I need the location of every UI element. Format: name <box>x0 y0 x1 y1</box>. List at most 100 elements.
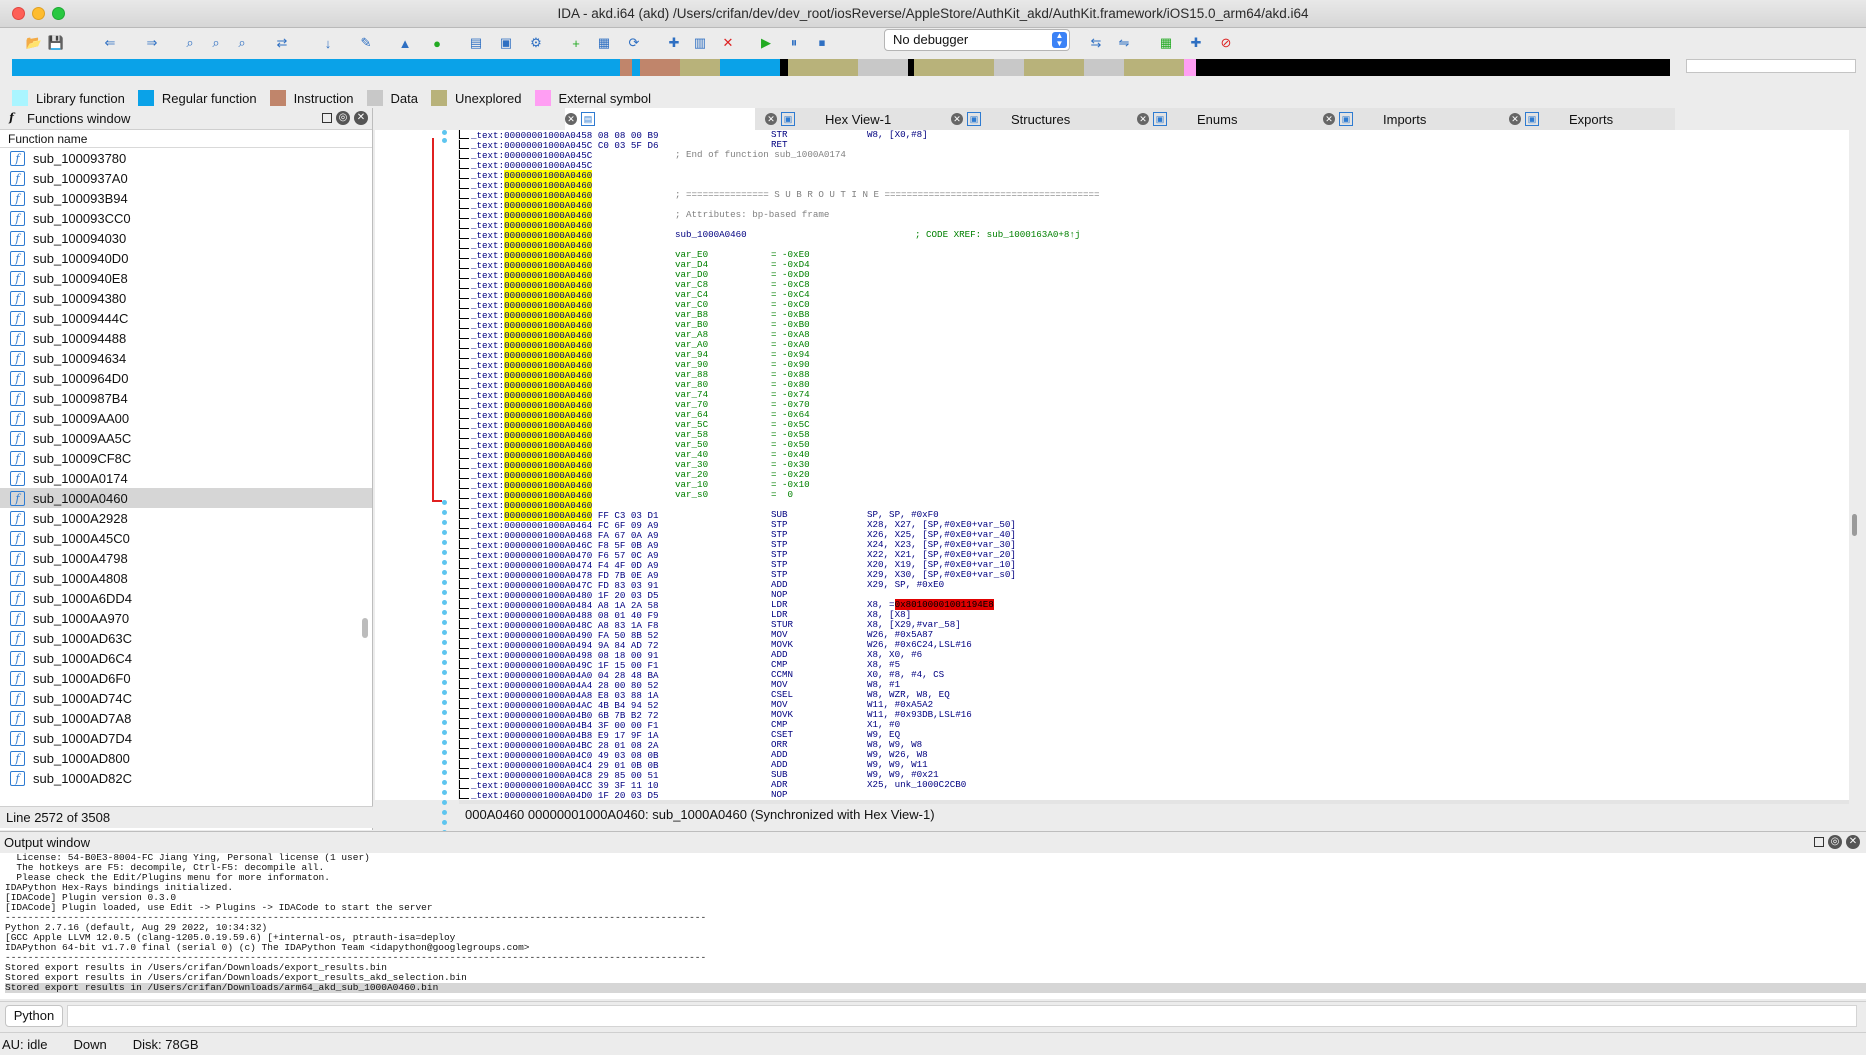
disasm-line[interactable]: _text:00000001000A045C C0 03 5F D6 RET <box>459 140 1849 151</box>
close-panel-button[interactable]: ✕ <box>1846 835 1860 849</box>
disasm-line[interactable]: _text:00000001000A0460 var_D4 = -0xD4 <box>459 260 1849 271</box>
back-icon[interactable]: ⇐ <box>100 33 120 53</box>
play-icon[interactable]: ▶ <box>756 33 776 53</box>
breakpoint-dot[interactable] <box>442 510 447 515</box>
disasm-line[interactable]: _text:00000001000A0460 var_80 = -0x80 <box>459 380 1849 391</box>
disasm-line[interactable]: _text:00000001000A04A8 E8 03 88 1A CSEL W8… <box>459 690 1849 701</box>
disasm-line[interactable]: _text:00000001000A0460 var_s0 = 0 <box>459 490 1849 501</box>
disasm-line[interactable]: _text:00000001000A0494 9A 84 AD 72 MOVK W2… <box>459 640 1849 651</box>
disasm-line[interactable]: _text:00000001000A0460 var_94 = -0x94 <box>459 350 1849 361</box>
disasm-line[interactable]: _text:00000001000A047C FD 83 03 91 ADD X29… <box>459 580 1849 591</box>
disasm-line[interactable]: _text:00000001000A04B0 6B 7B B2 72 MOVK W1… <box>459 710 1849 721</box>
disasm-line[interactable]: _text:00000001000A04AC 4B B4 94 52 MOV W11… <box>459 700 1849 711</box>
close-tab-icon[interactable]: ✕ <box>1137 113 1149 125</box>
tab-ida-view[interactable]: ✕ ▤ <box>565 108 755 130</box>
disasm-line[interactable]: _text:00000001000A0460 var_C8 = -0xC8 <box>459 280 1849 291</box>
disasm-line[interactable]: _text:00000001000A0460 var_88 = -0x88 <box>459 370 1849 381</box>
function-list-item[interactable]: f sub_1000AD82C <box>0 768 372 788</box>
breakpoint-dot[interactable] <box>442 790 447 795</box>
disasm-line[interactable]: _text:00000001000A049C 1F 15 00 F1 CMP X8,… <box>459 660 1849 671</box>
function-list-item[interactable]: f sub_1000AD7D4 <box>0 728 372 748</box>
breakpoint-dot[interactable] <box>442 780 447 785</box>
function-list-item[interactable]: f sub_1000A0460 <box>0 488 372 508</box>
chart-icon[interactable]: ▥ <box>690 33 710 53</box>
function-list-item[interactable]: f sub_100094488 <box>0 328 372 348</box>
disasm-line[interactable]: _text:00000001000A0478 FD 7B 0E A9 STP X29… <box>459 570 1849 581</box>
function-list-item[interactable]: f sub_1000A4798 <box>0 548 372 568</box>
function-list-item[interactable]: f sub_100094380 <box>0 288 372 308</box>
jump-icon[interactable]: ↓ <box>318 33 338 53</box>
disasm-line[interactable]: _text:00000001000A0460 var_20 = -0x20 <box>459 470 1849 481</box>
disasm-line[interactable]: _text:00000001000A048C A8 83 1A F8 STUR X8… <box>459 620 1849 631</box>
clear-icon[interactable]: ⊘ <box>1216 33 1236 53</box>
breakpoint-dot[interactable] <box>442 600 447 605</box>
attach-icon[interactable]: ⇆ <box>1086 33 1106 53</box>
breakpoint-dot[interactable] <box>442 770 447 775</box>
graph-icon[interactable]: ▲ <box>395 33 415 53</box>
enums-icon[interactable]: ▣ <box>496 33 516 53</box>
tab-structures[interactable]: ✕ ▣ Structures <box>951 108 1137 130</box>
disasm-line[interactable]: _text:00000001000A0484 A8 1A 2A 58 LDR X8,… <box>459 599 1849 611</box>
disasm-line[interactable]: _text:00000001000A0460 sub_1000A0460; COD… <box>459 230 1849 241</box>
tab-imports[interactable]: ✕ ▣ Imports <box>1323 108 1509 130</box>
disasm-line[interactable]: _text:00000001000A0460 var_58 = -0x58 <box>459 430 1849 441</box>
maximize-panel-button[interactable] <box>322 113 332 123</box>
disasm-line[interactable]: _text:00000001000A0460 <box>459 500 1849 511</box>
disasm-line[interactable]: _text:00000001000A0460 var_40 = -0x40 <box>459 450 1849 461</box>
breakpoint-dot[interactable] <box>442 650 447 655</box>
disasm-line[interactable]: _text:00000001000A0498 08 18 00 91 ADD X8,… <box>459 650 1849 661</box>
disasm-line[interactable]: _text:00000001000A0474 F4 4F 0D A9 STP X20… <box>459 560 1849 571</box>
disasm-line[interactable]: _text:00000001000A0460 <box>459 180 1849 191</box>
disasm-line[interactable]: _text:00000001000A04B8 E9 17 9F 1A CSET W9… <box>459 730 1849 741</box>
disasm-line[interactable]: _text:00000001000A04C4 29 01 0B 0B ADD W9,… <box>459 760 1849 771</box>
disasm-line[interactable]: _text:00000001000A0460 <box>459 240 1849 251</box>
breakpoint-dot[interactable] <box>442 740 447 745</box>
disasm-line[interactable]: _text:00000001000A0460; =============== … <box>459 190 1849 201</box>
breakpoint-dot[interactable] <box>442 500 447 505</box>
trace-icon[interactable]: ✚ <box>1186 33 1206 53</box>
run-icon[interactable]: ● <box>427 33 447 53</box>
function-list-item[interactable]: f sub_1000A6DD4 <box>0 588 372 608</box>
function-list-item[interactable]: f sub_100093780 <box>0 148 372 168</box>
binary-search-icon[interactable]: ⌕ <box>180 33 200 53</box>
breakpoint-dot[interactable] <box>442 130 447 135</box>
add-icon[interactable]: + <box>566 33 586 53</box>
function-list-item[interactable]: f sub_1000AA970 <box>0 608 372 628</box>
disasm-line[interactable]: _text:00000001000A0458 08 08 00 B9 STR W8,… <box>459 130 1849 141</box>
structures-icon[interactable]: ▤ <box>466 33 486 53</box>
disassembly-vscrollbar[interactable] <box>1852 514 1857 536</box>
disasm-line[interactable]: _text:00000001000A04B4 3F 00 00 F1 CMP X1,… <box>459 720 1849 731</box>
disasm-line[interactable]: _text:00000001000A0460 var_74 = -0x74 <box>459 390 1849 401</box>
close-tab-icon[interactable]: ✕ <box>565 113 577 125</box>
breakpoint-dot[interactable] <box>442 720 447 725</box>
function-list-item[interactable]: f sub_1000AD74C <box>0 688 372 708</box>
breakpoint-dot[interactable] <box>442 560 447 565</box>
disassembly-view[interactable]: _text:00000001000A0458 08 08 00 B9 STR W8,… <box>459 130 1849 800</box>
function-name-column-header[interactable]: Function name <box>0 130 372 148</box>
breakpoint-dot[interactable] <box>442 590 447 595</box>
disasm-line[interactable]: _text:00000001000A0460 var_D0 = -0xD0 <box>459 270 1849 281</box>
breakpoint-dot[interactable] <box>442 580 447 585</box>
disasm-line[interactable]: _text:00000001000A045C <box>459 160 1849 171</box>
pointer-icon[interactable]: ✚ <box>664 33 684 53</box>
close-tab-icon[interactable]: ✕ <box>951 113 963 125</box>
breakpoint-dot[interactable] <box>442 730 447 735</box>
python-command-input[interactable] <box>67 1005 1857 1027</box>
function-list-item[interactable]: f sub_1000AD800 <box>0 748 372 768</box>
function-list-item[interactable]: f sub_1000A2928 <box>0 508 372 528</box>
function-list-item[interactable]: f sub_1000A0174 <box>0 468 372 488</box>
disasm-line[interactable]: _text:00000001000A0460 <box>459 220 1849 231</box>
disasm-line[interactable]: _text:00000001000A0460 var_C4 = -0xC4 <box>459 290 1849 301</box>
function-list-item[interactable]: f sub_1000AD6C4 <box>0 648 372 668</box>
debug-icon[interactable]: ⚙ <box>526 33 546 53</box>
disasm-line[interactable]: _text:00000001000A0488 08 01 40 F9 LDR X8,… <box>459 610 1849 621</box>
disasm-line[interactable]: _text:00000001000A0470 F6 57 0C A9 STP X22… <box>459 550 1849 561</box>
tab-enums[interactable]: ✕ ▣ Enums <box>1137 108 1323 130</box>
list-icon[interactable]: ▦ <box>594 33 614 53</box>
pause-icon[interactable]: ⏸ <box>784 33 804 53</box>
python-language-button[interactable]: Python <box>5 1005 63 1027</box>
breakpoint-dot[interactable] <box>442 750 447 755</box>
breakpoint-dot[interactable] <box>442 540 447 545</box>
function-list-item[interactable]: f sub_1000987B4 <box>0 388 372 408</box>
close-panel-button[interactable]: ✕ <box>354 111 368 125</box>
